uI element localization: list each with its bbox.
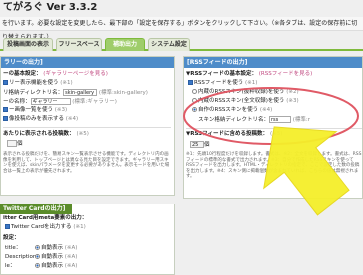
settings-window: てがろぐ Ver 3.3.2 を行います。必要な設定を変更したら、最下部の「設定… <box>0 0 363 275</box>
pointer-arrow-icon <box>263 126 350 216</box>
annotation-overlay <box>183 87 359 216</box>
